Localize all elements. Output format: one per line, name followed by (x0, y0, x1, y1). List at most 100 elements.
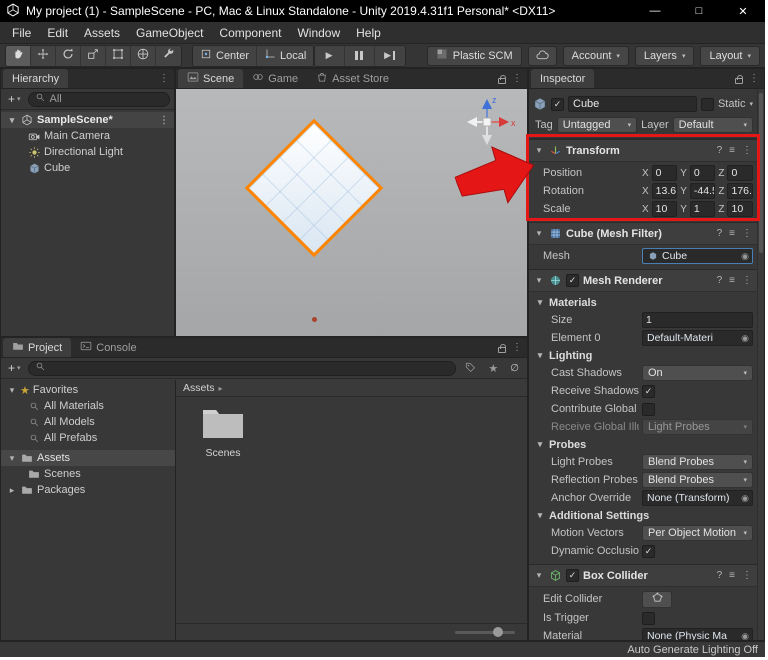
scale-tool-button[interactable] (81, 45, 106, 66)
panel-menu-icon[interactable]: ⋮ (159, 73, 169, 84)
packages-row[interactable]: ▸ Packages (1, 482, 175, 498)
create-object-button[interactable]: + ▾ (5, 92, 24, 106)
tab-console[interactable]: Console (71, 338, 145, 357)
pivot-center-button[interactable]: Center (193, 45, 258, 66)
layer-dropdown[interactable]: Default ▾ (672, 117, 753, 133)
assets-row[interactable]: ▾ Assets (1, 450, 175, 466)
tab-hierarchy[interactable]: Hierarchy (3, 69, 69, 88)
contribute-gi-checkbox[interactable] (642, 402, 655, 416)
pause-button[interactable] (344, 45, 375, 66)
menu-edit[interactable]: Edit (39, 22, 76, 44)
scale-y-field[interactable]: 1 (689, 201, 716, 217)
object-picker-icon[interactable]: ◉ (741, 251, 749, 262)
additional-settings-foldout[interactable]: ▾ Additional Settings (531, 507, 753, 524)
light-probes-dropdown[interactable]: Blend Probes ▾ (642, 454, 753, 470)
foldout-icon[interactable]: ▾ (7, 453, 17, 464)
menu-window[interactable]: Window (289, 22, 348, 44)
edit-collider-button[interactable] (642, 590, 672, 608)
box-collider-enabled-checkbox[interactable]: ✓ (566, 569, 579, 582)
breadcrumb-label[interactable]: Assets (183, 382, 215, 394)
tag-dropdown[interactable]: Untagged ▾ (556, 117, 638, 133)
foldout-icon[interactable]: ▾ (534, 228, 544, 239)
hierarchy-search-input[interactable]: All (27, 91, 170, 107)
hidden-packages-button[interactable]: ∅ (506, 360, 523, 376)
layers-dropdown[interactable]: Layers ▾ (634, 45, 695, 66)
scale-x-field[interactable]: 10 (651, 201, 678, 217)
position-z-field[interactable]: 0 (727, 165, 753, 181)
motion-vectors-dropdown[interactable]: Per Object Motion ▾ (642, 525, 753, 541)
chevron-down-icon[interactable]: ▾ (749, 100, 753, 108)
pivot-local-button[interactable]: Local (257, 45, 314, 66)
menu-help[interactable]: Help (348, 22, 389, 44)
object-picker-icon[interactable]: ◉ (741, 333, 749, 344)
rotate-tool-button[interactable] (56, 45, 81, 66)
panel-menu-icon[interactable]: ⋮ (512, 73, 522, 84)
hierarchy-scene-row[interactable]: ▾ SampleScene* ⋮ (1, 112, 174, 128)
scene-viewport[interactable]: z x (176, 89, 527, 336)
view-tool-button[interactable] (6, 45, 31, 66)
menu-file[interactable]: File (4, 22, 39, 44)
help-icon[interactable]: ? (717, 275, 723, 286)
gameobject-name-field[interactable]: Cube (568, 96, 697, 112)
foldout-icon[interactable]: ▸ (7, 485, 17, 496)
asset-folder-scenes[interactable]: Scenes (188, 405, 258, 615)
move-tool-button[interactable] (31, 45, 56, 66)
assets-scenes-row[interactable]: Scenes (1, 466, 175, 482)
foldout-icon[interactable]: ▾ (534, 275, 544, 286)
receive-shadows-checkbox[interactable]: ✓ (642, 384, 655, 398)
play-button[interactable]: ▶ (314, 45, 345, 66)
scale-z-field[interactable]: 10 (727, 201, 753, 217)
search-by-type-button[interactable] (460, 360, 480, 376)
create-asset-button[interactable]: + ▾ (5, 361, 24, 375)
menu-gameobject[interactable]: GameObject (128, 22, 211, 44)
plastic-scm-button[interactable]: Plastic SCM (426, 45, 522, 66)
is-trigger-checkbox[interactable] (642, 611, 655, 625)
lock-icon[interactable] (498, 74, 506, 84)
rotation-y-field[interactable]: -44.56 (689, 183, 716, 199)
mesh-filter-header[interactable]: ▾ Cube (Mesh Filter) ? ≡ ⋮ (529, 223, 757, 245)
rotation-x-field[interactable]: 13.647 (651, 183, 678, 199)
thumbnail-zoom-slider[interactable] (455, 626, 515, 637)
more-menu-icon[interactable]: ⋮ (742, 145, 752, 156)
close-button[interactable]: ✕ (721, 0, 765, 22)
lock-icon[interactable] (735, 74, 743, 84)
help-icon[interactable]: ? (717, 145, 723, 156)
menu-component[interactable]: Component (211, 22, 289, 44)
tab-inspector[interactable]: Inspector (531, 69, 595, 88)
hierarchy-item-cube[interactable]: Cube (1, 160, 174, 176)
dynamic-occlusion-checkbox[interactable]: ✓ (642, 544, 655, 558)
tab-game[interactable]: Game (243, 69, 307, 88)
gameobject-active-checkbox[interactable]: ✓ (551, 97, 564, 111)
menu-assets[interactable]: Assets (76, 22, 128, 44)
materials-size-field[interactable]: 1 (642, 312, 753, 328)
rotation-z-field[interactable]: 176.77 (727, 183, 753, 199)
layout-dropdown[interactable]: Layout ▾ (700, 45, 760, 66)
scene-orientation-gizmo[interactable]: z x (455, 93, 519, 151)
more-menu-icon[interactable]: ⋮ (742, 275, 752, 286)
probes-foldout[interactable]: ▾ Probes (531, 436, 753, 453)
minimize-button[interactable]: — (633, 0, 677, 22)
hierarchy-item-main-camera[interactable]: Main Camera (1, 128, 174, 144)
tab-scene[interactable]: Scene (178, 69, 244, 88)
transform-header[interactable]: ▾ Transform ? ≡ ⋮ (529, 140, 757, 162)
box-collider-header[interactable]: ▾ ✓ Box Collider ? ≡ ⋮ (529, 565, 757, 587)
preset-icon[interactable]: ≡ (729, 570, 735, 581)
scene-menu-icon[interactable]: ⋮ (159, 115, 174, 126)
lock-icon[interactable] (498, 343, 506, 353)
position-y-field[interactable]: 0 (689, 165, 716, 181)
static-checkbox[interactable] (700, 97, 714, 111)
physic-material-field[interactable]: None (Physic Ma ◉ (642, 628, 753, 640)
rect-tool-button[interactable] (106, 45, 131, 66)
preset-icon[interactable]: ≡ (729, 275, 735, 286)
inspector-scrollbar[interactable] (757, 89, 764, 640)
slider-thumb[interactable] (493, 626, 503, 637)
panel-menu-icon[interactable]: ⋮ (512, 342, 522, 353)
foldout-icon[interactable]: ▾ (7, 115, 17, 126)
auto-generate-lighting-status[interactable]: Auto Generate Lighting Off (627, 644, 758, 656)
cloud-button[interactable] (527, 45, 557, 66)
foldout-icon[interactable]: ▾ (534, 145, 544, 156)
foldout-icon[interactable]: ▾ (7, 385, 17, 396)
custom-tool-button[interactable] (156, 45, 181, 66)
preset-icon[interactable]: ≡ (729, 228, 735, 239)
lighting-foldout[interactable]: ▾ Lighting (531, 347, 753, 364)
